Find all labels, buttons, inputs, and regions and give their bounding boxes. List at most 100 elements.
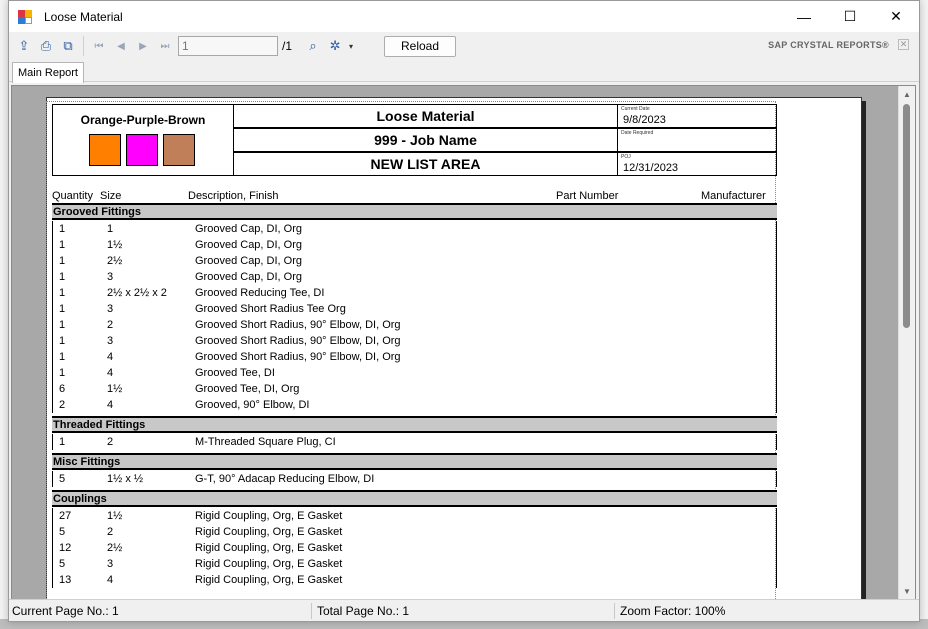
table-row: 1 1 Grooved Cap, DI, Org (53, 221, 776, 237)
row-quantity: 5 (59, 558, 66, 570)
row-size: 3 (107, 335, 114, 347)
tab-main-report[interactable]: Main Report (12, 62, 84, 83)
row-quantity: 5 (59, 473, 66, 485)
table-row: 5 3 Rigid Coupling, Org, E Gasket (53, 556, 776, 572)
reload-button[interactable]: Reload (384, 35, 457, 57)
status-zoom: Zoom Factor: 100% (620, 604, 726, 618)
close-button[interactable]: ✕ (873, 1, 919, 32)
chevron-down-icon[interactable]: ▾ (346, 35, 356, 57)
zoom-icon[interactable]: ✲ (324, 35, 346, 57)
report-viewer: Orange-Purple-Brown Loose Material 999 -… (11, 85, 916, 600)
app-icon (18, 9, 32, 24)
row-description: Grooved Tee, DI, Org (195, 383, 300, 395)
color-combo-box: Orange-Purple-Brown (52, 104, 234, 176)
toolbar: ⇪ ⎙ ⧉ ⏮ ◀ ▶ ⏭ /1 ⌕ ✲ ▾ Reload SAP CRYSTA… (9, 32, 919, 60)
section-rows: 1 1 Grooved Cap, DI, Org 1 1½ Grooved Cap, DI… (52, 221, 777, 413)
row-quantity: 1 (59, 319, 66, 331)
table-row: 1 4 Grooved Tee, DI (53, 365, 776, 381)
scroll-up-icon[interactable]: ▲ (899, 86, 915, 102)
row-description: Grooved Reducing Tee, DI (195, 287, 325, 299)
row-size: 3 (107, 558, 114, 570)
minimize-button[interactable]: — (781, 1, 827, 32)
row-description: Grooved Short Radius, 90° Elbow, DI, Org (195, 351, 401, 363)
row-size: 1½ (107, 239, 123, 251)
table-row: 1 3 Grooved Cap, DI, Org (53, 269, 776, 285)
row-description: Grooved Short Radius Tee Org (195, 303, 346, 315)
row-description: Grooved Tee, DI (195, 367, 275, 379)
row-description: G-T, 90° Adacap Reducing Elbow, DI (195, 473, 375, 485)
row-description: Rigid Coupling, Org, E Gasket (195, 574, 343, 586)
first-page-icon[interactable]: ⏮ (88, 35, 110, 57)
status-total-page: Total Page No.: 1 (317, 604, 410, 618)
toolbar-separator (83, 36, 84, 56)
report-header: Orange-Purple-Brown Loose Material 999 -… (52, 104, 777, 176)
current-date: 9/8/2023 (623, 114, 666, 126)
section-header: Misc Fittings (52, 453, 777, 470)
report-window: Loose Material — ☐ ✕ ⇪ ⎙ ⧉ ⏮ ◀ ▶ ⏭ /1 ⌕ … (8, 0, 920, 622)
row-size: 4 (107, 399, 114, 411)
last-page-icon[interactable]: ⏭ (154, 35, 176, 57)
export-icon[interactable]: ⇪ (13, 35, 35, 57)
page-number-input[interactable] (178, 36, 278, 56)
row-quantity: 2 (59, 399, 66, 411)
section-rows: 1 2 M-Threaded Square Plug, CI (52, 434, 777, 450)
table-row: 6 1½ Grooved Tee, DI, Org (53, 381, 776, 397)
table-row: 5 1½ x ½ G-T, 90° Adacap Reducing Elbow, D… (53, 471, 776, 487)
row-quantity: 1 (59, 351, 66, 363)
table-row: 1 3 Grooved Short Radius, 90° Elbow, DI, O… (53, 333, 776, 349)
row-size: 1½ (107, 510, 123, 522)
table-row: 1 2½ Grooved Cap, DI, Org (53, 253, 776, 269)
col-size: Size (100, 190, 122, 202)
row-size: 2½ (107, 542, 123, 554)
table-row: 12 2½ Rigid Coupling, Org, E Gasket (53, 540, 776, 556)
vertical-scrollbar[interactable]: ▲ ▼ (898, 86, 915, 599)
row-description: Rigid Coupling, Org, E Gasket (195, 510, 343, 522)
row-size: 2 (107, 436, 114, 448)
brand-label: SAP CRYSTAL REPORTS® (768, 40, 889, 50)
row-quantity: 1 (59, 255, 66, 267)
row-size: 4 (107, 574, 114, 586)
row-description: Rigid Coupling, Org, E Gasket (195, 526, 343, 538)
swatch-orange (89, 134, 121, 166)
tab-strip: Main Report (9, 60, 919, 83)
binoculars-icon[interactable]: ⌕ (302, 35, 324, 57)
row-size: 3 (107, 303, 114, 315)
previous-page-icon[interactable]: ◀ (110, 35, 132, 57)
copy-icon[interactable]: ⧉ (57, 35, 79, 57)
row-quantity: 1 (59, 335, 66, 347)
next-page-icon[interactable]: ▶ (132, 35, 154, 57)
table-row: 2 4 Grooved, 90° Elbow, DI (53, 397, 776, 413)
poj-label: POJ (621, 154, 631, 160)
table-row: 1 2½ x 2½ x 2 Grooved Reducing Tee, DI (53, 285, 776, 301)
row-quantity: 1 (59, 367, 66, 379)
row-quantity: 1 (59, 287, 66, 299)
status-current-page: Current Page No.: 1 (12, 604, 119, 618)
window-title: Loose Material (44, 9, 123, 24)
section-header: Grooved Fittings (52, 203, 777, 220)
combo-name: Orange-Purple-Brown (80, 113, 206, 127)
row-quantity: 1 (59, 223, 66, 235)
row-size: 2½ x 2½ x 2 (107, 287, 167, 299)
table-row: 1 2 M-Threaded Square Plug, CI (53, 434, 776, 450)
print-icon[interactable]: ⎙ (35, 35, 57, 57)
row-description: Grooved Cap, DI, Org (195, 223, 302, 235)
scroll-thumb[interactable] (903, 104, 910, 328)
row-description: Grooved Cap, DI, Org (195, 271, 302, 283)
close-view-icon[interactable]: ✕ (898, 39, 909, 50)
poj-date: 12/31/2023 (623, 162, 679, 174)
col-part-number: Part Number (556, 190, 619, 202)
report-title: Loose Material (234, 104, 618, 128)
area-name: NEW LIST AREA (234, 152, 618, 176)
col-description: Description, Finish (188, 190, 279, 202)
row-size: 2 (107, 526, 114, 538)
col-quantity: Quantity (52, 190, 93, 202)
row-quantity: 27 (59, 510, 72, 522)
section-header: Threaded Fittings (52, 416, 777, 433)
maximize-button[interactable]: ☐ (827, 1, 873, 32)
row-size: 3 (107, 271, 114, 283)
page-total: /1 (282, 39, 293, 53)
date-required-cell: Date Required (618, 128, 777, 152)
current-date-label: Current Date (621, 106, 650, 112)
scroll-down-icon[interactable]: ▼ (899, 583, 915, 599)
table-row: 1 1½ Grooved Cap, DI, Org (53, 237, 776, 253)
